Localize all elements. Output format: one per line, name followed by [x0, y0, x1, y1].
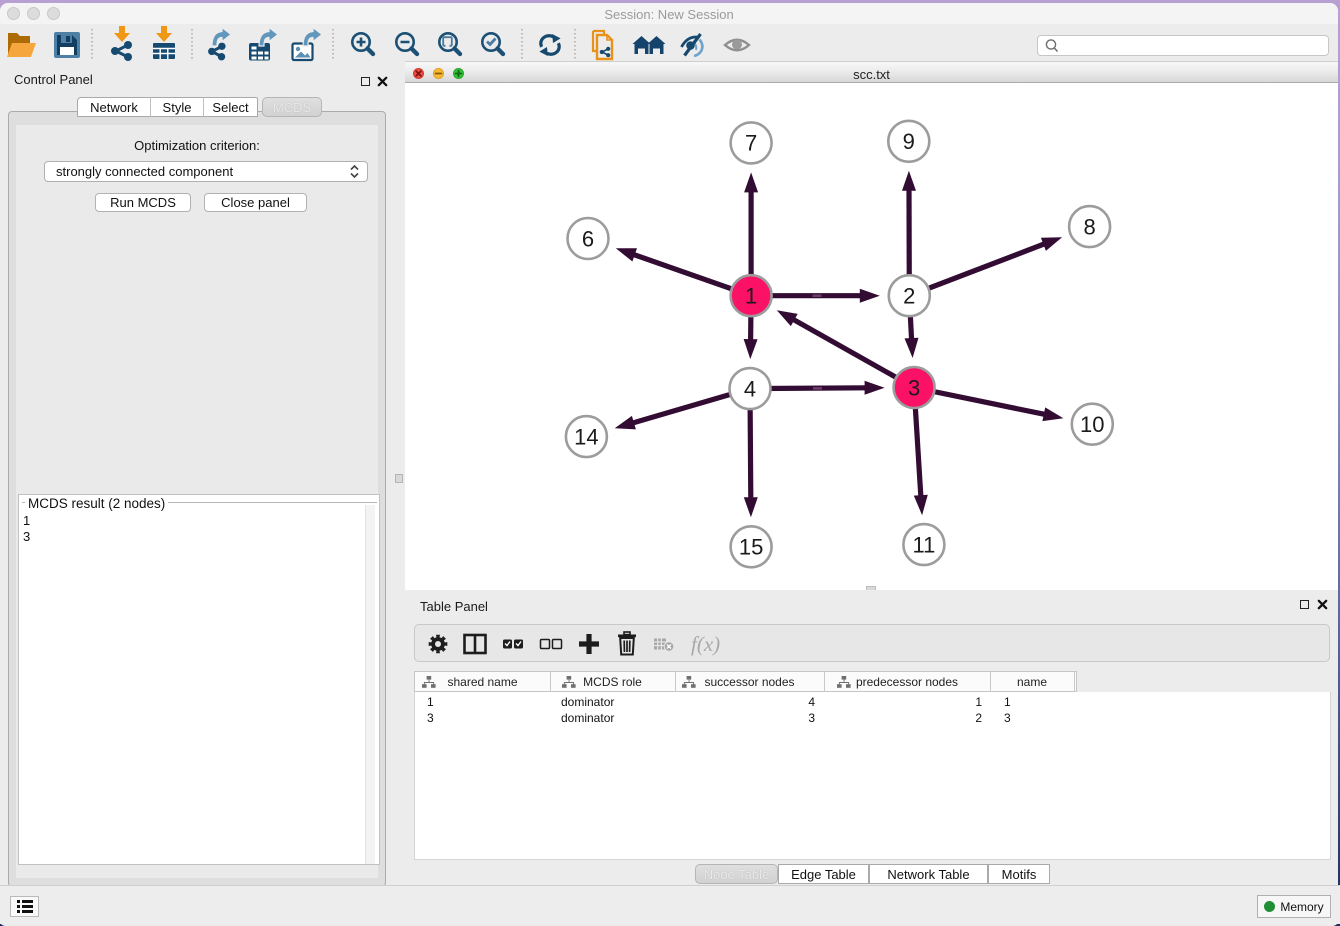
svg-text:10: 10 [1080, 412, 1104, 437]
svg-text:14: 14 [574, 424, 598, 449]
svg-text:1: 1 [745, 284, 757, 309]
svg-text:2: 2 [903, 284, 915, 309]
svg-text:7: 7 [745, 131, 757, 156]
svg-text:9: 9 [903, 129, 915, 154]
svg-text:6: 6 [582, 226, 594, 251]
svg-text:11: 11 [912, 532, 935, 557]
svg-text:4: 4 [744, 376, 756, 401]
svg-text:15: 15 [739, 535, 763, 560]
svg-text:f(x): f(x) [691, 632, 720, 656]
svg-text:8: 8 [1083, 214, 1095, 239]
svg-text:3: 3 [908, 375, 920, 400]
